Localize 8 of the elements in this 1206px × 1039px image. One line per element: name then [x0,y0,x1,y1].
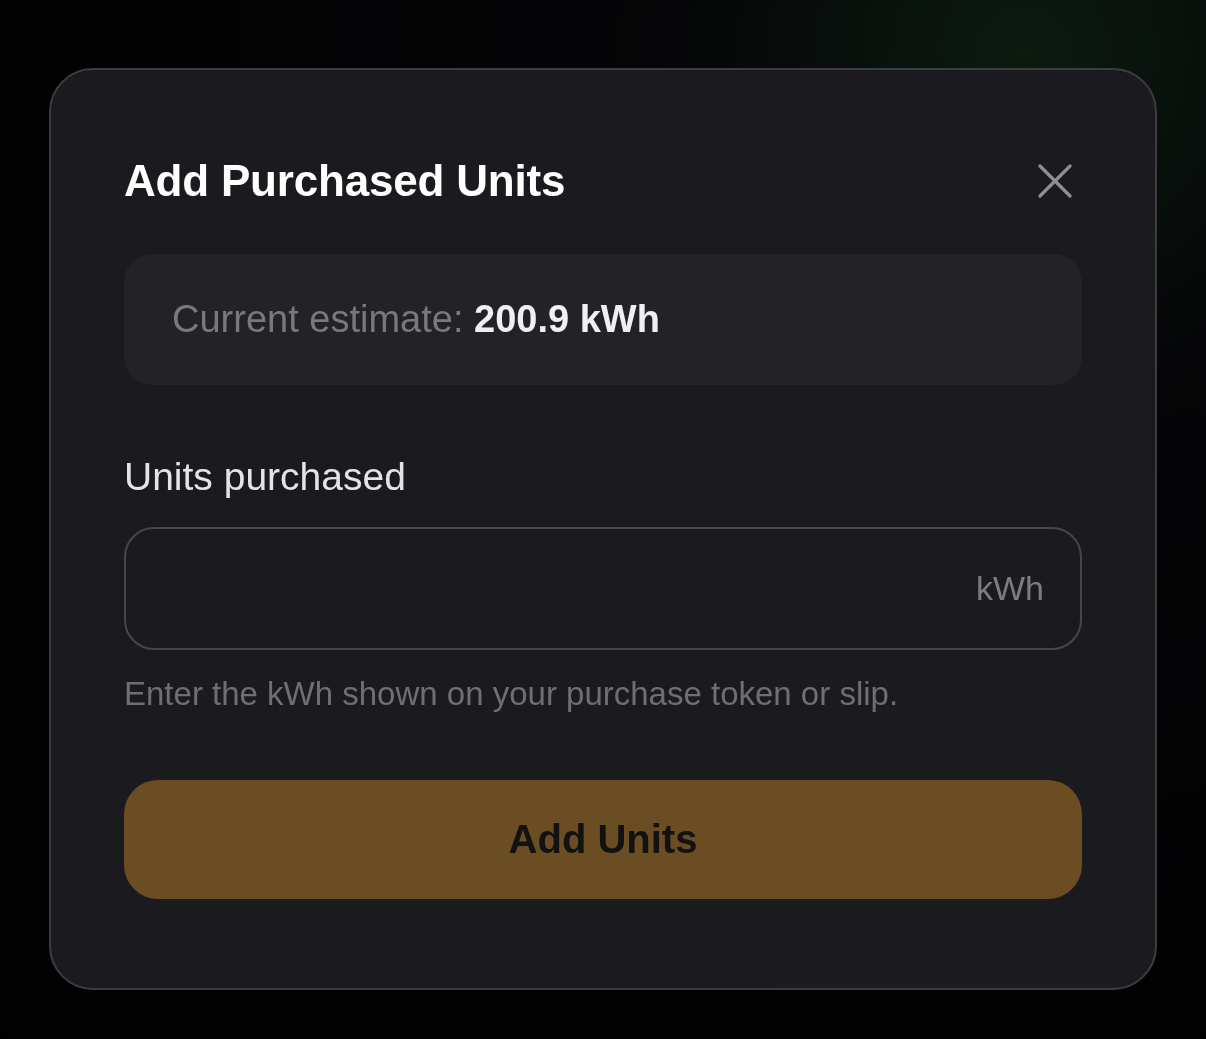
close-icon[interactable] [1038,164,1072,198]
hint-text: Enter the kWh shown on your purchase token or slip. [124,674,900,714]
unit-label: kWh [976,569,1044,608]
add-units-button[interactable]: Add Units [124,780,1082,899]
input-field[interactable]: kWh [124,527,1082,650]
field-label: Units purchased [124,454,407,500]
dialog-title: Add Purchased Units [124,156,566,206]
estimate-text: Current estimate: 200.9 kWh [172,298,660,341]
